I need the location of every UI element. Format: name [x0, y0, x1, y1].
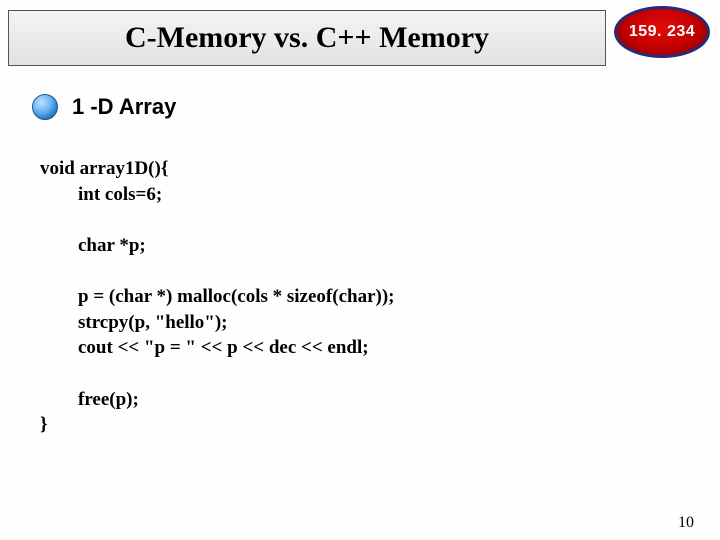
bullet-row: 1 -D Array [32, 94, 176, 120]
code-line: p = (char *) malloc(cols * sizeof(char))… [40, 286, 395, 307]
code-line: strcpy(p, "hello"); [40, 312, 228, 333]
slide: C-Memory vs. C++ Memory 159. 234 1 -D Ar… [0, 0, 720, 540]
code-line: char *p; [40, 235, 146, 256]
page-number: 10 [678, 514, 694, 532]
bullet-label: 1 -D Array [72, 94, 176, 120]
code-line: int cols=6; [40, 184, 162, 205]
course-badge-text: 159. 234 [629, 23, 695, 41]
code-line: cout << "p = " << p << dec << endl; [40, 337, 369, 358]
code-line: free(p); [40, 389, 139, 410]
title-bar: C-Memory vs. C++ Memory [8, 10, 606, 66]
code-line: void array1D(){ [40, 158, 168, 179]
slide-title: C-Memory vs. C++ Memory [125, 21, 489, 55]
course-badge: 159. 234 [614, 6, 710, 58]
code-line: } [40, 414, 48, 435]
bullet-icon [32, 94, 58, 120]
code-block: void array1D(){ int cols=6; char *p; p =… [40, 156, 680, 438]
